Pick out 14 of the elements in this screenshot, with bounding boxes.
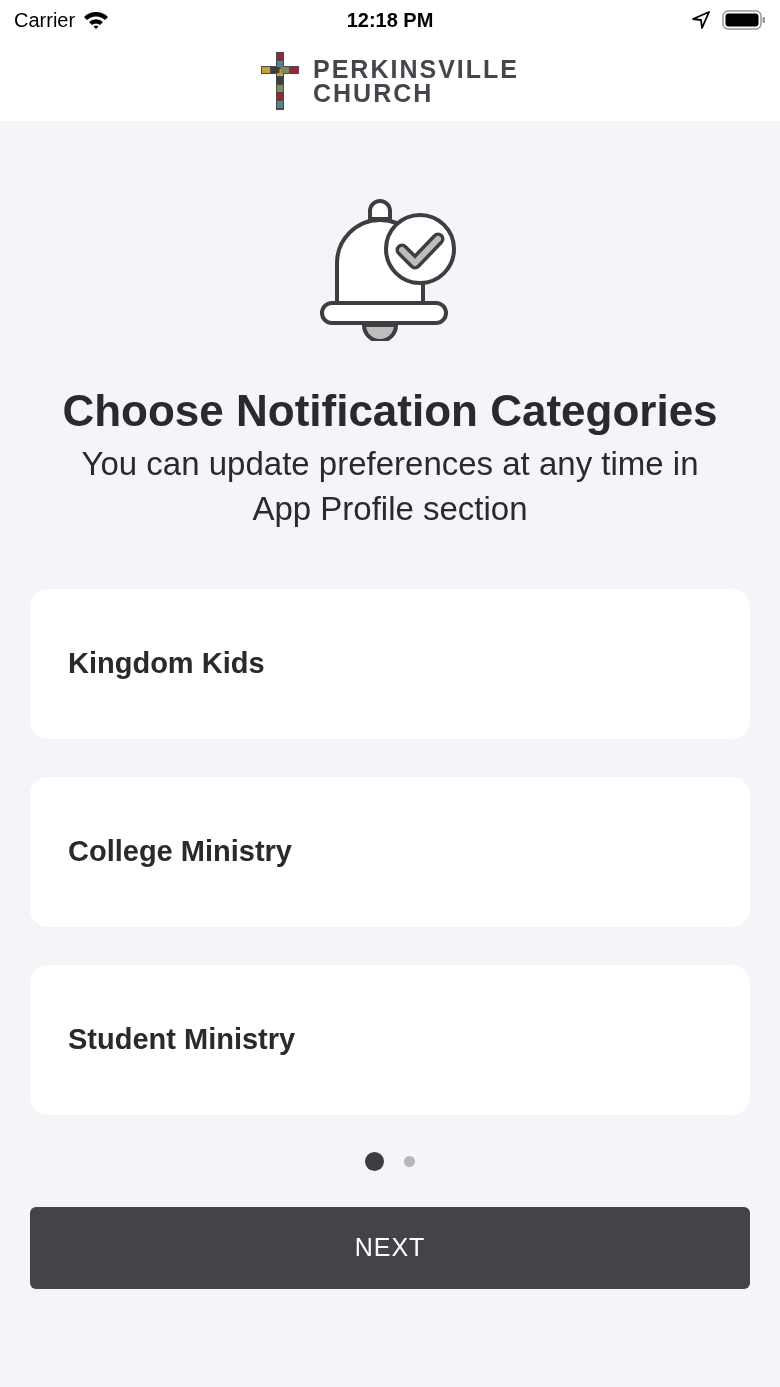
church-name: PERKINSVILLE bbox=[313, 56, 519, 81]
next-button[interactable]: NEXT bbox=[30, 1207, 750, 1289]
carrier-label: Carrier bbox=[14, 8, 76, 33]
category-card[interactable]: Student Ministry bbox=[30, 965, 750, 1115]
status-time: 12:18 PM bbox=[346, 8, 434, 33]
cross-logo-icon bbox=[261, 51, 299, 110]
page-subtitle: You can update preferences at any time in App Profile section bbox=[80, 444, 700, 529]
location-arrow-icon bbox=[692, 11, 710, 29]
wifi-icon bbox=[83, 10, 110, 30]
category-card[interactable]: Kingdom Kids bbox=[30, 589, 750, 739]
category-card[interactable]: College Ministry bbox=[30, 777, 750, 927]
page-title: Choose Notification Categories bbox=[62, 385, 718, 437]
church-name: CHURCH bbox=[313, 80, 435, 105]
battery-icon bbox=[722, 9, 766, 31]
